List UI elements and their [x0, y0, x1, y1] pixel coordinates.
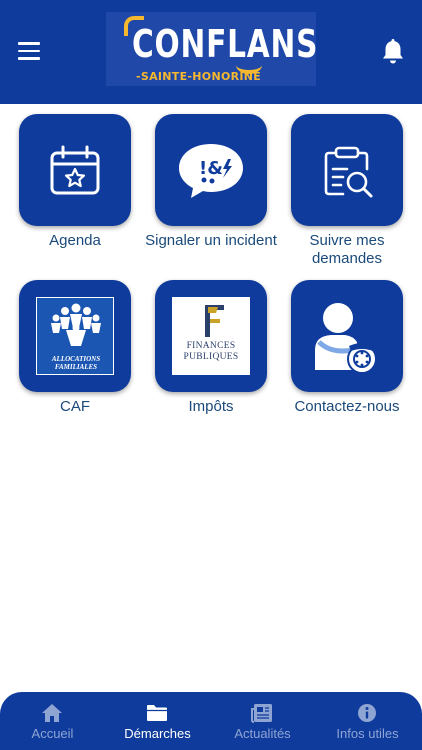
tile-track-requests-label: Suivre mes demandes	[309, 232, 385, 267]
tab-infos-utiles[interactable]: Infos utiles	[315, 692, 420, 750]
tab-actualites-label: Actualités	[234, 726, 291, 741]
tile-track-requests[interactable]	[291, 114, 403, 226]
logo-subtitle: -SAINTE-HONORINE	[136, 70, 262, 83]
app-header: CONFLANS -SAINTE-HONORINE	[0, 0, 422, 104]
tile-report-incident-label: Signaler un incident	[145, 232, 277, 249]
folder-icon	[147, 705, 167, 721]
bell-icon[interactable]	[380, 38, 406, 66]
finances-publiques-logo: FINANCES PUBLIQUES	[172, 297, 250, 375]
tile-caf-label: CAF	[60, 398, 90, 415]
finances-logo-line-1: FINANCES	[186, 341, 236, 351]
tile-contact-us-label: Contactez-nous	[294, 398, 400, 415]
caf-logo: ALLOCATIONS FAMILIALES	[36, 297, 114, 375]
tile-taxes[interactable]: FINANCES PUBLIQUES	[155, 280, 267, 392]
tab-accueil[interactable]: Accueil	[0, 692, 105, 750]
tile-report-incident[interactable]: !&	[155, 114, 267, 226]
home-icon	[42, 704, 62, 722]
tile-agenda[interactable]	[19, 114, 131, 226]
tile-agenda-label: Agenda	[49, 232, 101, 249]
caf-logo-line-1: ALLOCATIONS	[51, 355, 101, 363]
speech-bubble-alert-icon: !&	[179, 144, 243, 198]
tile-caf[interactable]: ALLOCATIONS FAMILIALES	[19, 280, 131, 392]
calendar-star-icon	[50, 145, 100, 195]
tile-contact-us[interactable]	[291, 280, 403, 392]
caf-logo-text: ALLOCATIONS FAMILIALES	[37, 355, 115, 371]
caf-logo-line-2: FAMILIALES	[54, 363, 98, 371]
finances-logo-line-2: PUBLIQUES	[183, 352, 239, 362]
svg-text:!&: !&	[199, 158, 223, 179]
hamburger-menu-icon[interactable]	[18, 42, 40, 60]
person-phone-icon	[315, 303, 377, 374]
logo-word: CONFLANS	[132, 22, 319, 66]
conflans-logo: CONFLANS -SAINTE-HONORINE	[106, 12, 319, 86]
newspaper-icon	[251, 704, 272, 723]
tab-infos-utiles-label: Infos utiles	[336, 726, 399, 741]
tile-taxes-label: Impôts	[188, 398, 234, 415]
tab-actualites[interactable]: Actualités	[210, 692, 315, 750]
info-icon	[358, 704, 376, 722]
tab-demarches[interactable]: Démarches	[105, 692, 210, 750]
tab-demarches-label: Démarches	[124, 726, 191, 741]
finances-publiques-text: FINANCES PUBLIQUES	[172, 341, 250, 363]
tab-accueil-label: Accueil	[31, 726, 74, 741]
bottom-tab-bar: Accueil Démarches Actualités Infos utile…	[0, 692, 422, 750]
clipboard-search-icon	[324, 146, 373, 198]
